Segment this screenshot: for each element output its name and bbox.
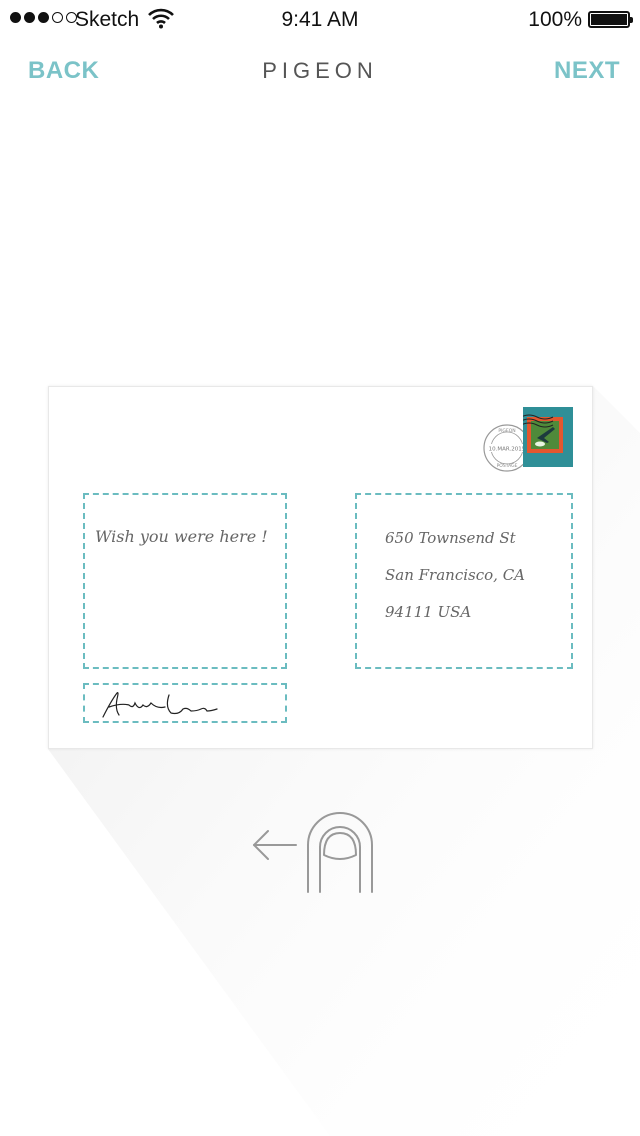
address-line-2: San Francisco, CA	[385, 566, 526, 584]
svg-text:10.MAR.2015: 10.MAR.2015	[489, 447, 526, 453]
address-field[interactable]: 650 Townsend St San Francisco, CA 94111 …	[355, 493, 573, 669]
stamp-icon	[523, 407, 573, 467]
signature-image	[102, 692, 218, 718]
navigation-bar: BACK PIGEON NEXT	[0, 40, 640, 100]
app-title: PIGEON	[262, 58, 378, 83]
address-line-3: 94111 USA	[385, 603, 472, 621]
postcard[interactable]: 10.MAR.2015 PIGEON POSTAGE Wish you were…	[48, 386, 593, 749]
next-button[interactable]: NEXT	[554, 57, 620, 85]
battery-icon	[588, 11, 633, 28]
message-field[interactable]: Wish you were here !	[83, 493, 287, 669]
address-line-1: 650 Townsend St	[385, 529, 516, 547]
status-bar: Sketch 9:41 AM 100%	[0, 0, 640, 40]
swipe-left-hint-icon	[253, 812, 373, 893]
battery-percent: 100%	[528, 8, 582, 31]
message-text: Wish you were here !	[95, 527, 268, 546]
svg-text:POSTAGE: POSTAGE	[497, 463, 518, 469]
signature-field[interactable]	[83, 683, 287, 723]
svg-text:PIGEON: PIGEON	[498, 428, 515, 434]
